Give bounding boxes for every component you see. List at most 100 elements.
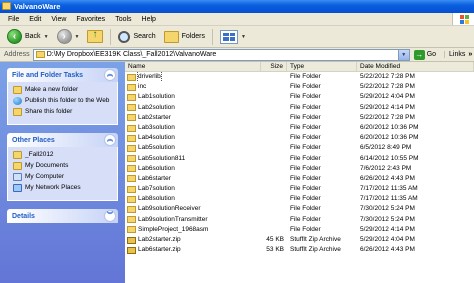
task-make-new-folder[interactable]: Make a new folder [13,86,112,94]
file-row[interactable]: Lab9solutionTransmitter File Folder 7/30/2… [125,215,474,225]
file-name-cell[interactable]: Lab7solution [125,184,261,194]
up-button[interactable] [84,28,106,46]
double-chevron-icon[interactable]: » [468,51,472,58]
file-row[interactable]: Lab8solution File Folder 7/17/2012 11:35 A… [125,194,474,204]
file-row[interactable]: Lab5solution811 File Folder 6/14/2012 10:5… [125,154,474,164]
file-row[interactable]: Lab4solution File Folder 6/20/2012 10:36 P… [125,133,474,143]
search-button[interactable]: Search [115,28,158,46]
menu-help[interactable]: Help [137,13,161,26]
file-name: Lab6starter [138,174,171,182]
column-header-size[interactable]: Size [261,62,287,71]
file-size [261,204,287,214]
chevron-down-icon[interactable]: ▼ [44,34,49,40]
file-row[interactable]: Lab6starter File Folder 6/26/2012 4:43 PM [125,174,474,184]
panel-title: Details [12,212,35,220]
file-name-cell[interactable]: Lab4solution [125,133,261,143]
address-dropdown-button[interactable]: ▼ [397,49,409,60]
menu-file[interactable]: File [3,13,24,26]
file-type: File Folder [290,83,321,91]
file-row[interactable]: driverlib File Folder 5/22/2012 7:28 PM [125,72,474,83]
file-name-cell[interactable]: Lab8solution [125,194,261,204]
task-publish-web[interactable]: Publish this folder to the Web [13,97,112,105]
file-name-cell[interactable]: Lab6solution [125,164,261,174]
place-fall2012[interactable]: _Fall2012 [13,151,112,159]
links-label[interactable]: Links [444,51,465,58]
file-name-cell[interactable]: Lab6starter.zip [125,245,261,255]
file-size [261,164,287,174]
menu-favorites[interactable]: Favorites [71,13,110,26]
file-row[interactable]: Lab2solution File Folder 5/29/2012 4:14 PM [125,103,474,113]
place-label: My Network Places [25,184,81,191]
globe-icon [13,97,22,105]
file-name-cell[interactable]: SimpleProject_1968asm [125,225,261,235]
file-row[interactable]: Lab6solution File Folder 7/6/2012 2:43 PM [125,164,474,174]
chevron-down-icon[interactable]: ▼ [241,34,246,40]
file-size [261,143,287,153]
go-button[interactable]: → Go [413,49,436,60]
file-date-modified: 6/20/2012 10:36 PM [360,123,419,131]
column-header-name[interactable]: Name [125,62,261,71]
folders-button[interactable]: Folders [161,28,208,46]
zip-archive-icon [127,246,136,254]
file-name: Lab3solution [138,123,175,131]
folders-icon [163,30,179,43]
menu-edit[interactable]: Edit [24,13,46,26]
file-row[interactable]: inc File Folder 5/22/2012 7:28 PM [125,82,474,92]
panel-header[interactable]: File and Folder Tasks ︽ [7,68,118,82]
chevron-down-icon[interactable]: ▼ [75,34,80,40]
file-name-cell[interactable]: Lab9solutionTransmitter [125,215,261,225]
file-row[interactable]: Lab3solution File Folder 6/20/2012 10:36 P… [125,123,474,133]
task-share-folder[interactable]: Share this folder [13,108,112,116]
folder-icon [127,93,136,101]
file-name-cell[interactable]: driverlib [125,72,261,83]
folders-label: Folders [181,33,205,40]
views-button[interactable]: ▼ [217,28,249,46]
file-type: File Folder [290,225,321,233]
file-name-cell[interactable]: Lab1solution [125,92,261,102]
file-row[interactable]: Lab9solutionReceiver File Folder 7/30/2012… [125,204,474,214]
column-header-date[interactable]: Date Modified [357,62,474,71]
file-name: inc [138,83,147,91]
address-input[interactable]: D:\My Dropbox\EE319K Class\_Fall2012\Val… [32,48,410,61]
file-name-cell[interactable]: Lab2starter.zip [125,235,261,245]
file-date-modified: 5/29/2012 4:14 PM [360,103,415,111]
file-type: File Folder [290,164,321,172]
folder-icon [13,151,22,159]
expand-chevron-icon[interactable]: ︾ [104,210,116,222]
place-my-computer[interactable]: My Computer [13,173,112,181]
file-name-cell[interactable]: Lab5solution811 [125,154,261,164]
place-network[interactable]: My Network Places [13,184,112,192]
file-row[interactable]: Lab6starter.zip 53 KB StuffIt Zip Archive 6… [125,245,474,255]
file-name-cell[interactable]: Lab5solution [125,143,261,153]
file-type: File Folder [290,113,321,121]
file-date-modified: 5/29/2012 4:14 PM [360,225,415,233]
panel-header[interactable]: Other Places ︽ [7,133,118,147]
file-size [261,133,287,143]
file-row[interactable]: Lab5solution File Folder 6/5/2012 8:49 PM [125,143,474,153]
file-name: Lab5solution [138,144,175,152]
menu-tools[interactable]: Tools [110,13,136,26]
column-header-type[interactable]: Type [287,62,357,71]
file-row[interactable]: Lab7solution File Folder 7/17/2012 11:35 A… [125,184,474,194]
search-icon [118,30,131,43]
forward-button[interactable]: › ▼ [54,28,83,46]
file-row[interactable]: SimpleProject_1968asm File Folder 5/29/201… [125,225,474,235]
file-name-cell[interactable]: Lab2solution [125,103,261,113]
panel-header[interactable]: Details ︾ [7,209,118,223]
place-my-documents[interactable]: My Documents [13,162,112,170]
file-name-cell[interactable]: Lab9solutionReceiver [125,204,261,214]
back-button[interactable]: ‹ Back ▼ [4,28,52,46]
search-label: Search [133,33,156,40]
file-row[interactable]: Lab1solution File Folder 5/29/2012 4:04 PM [125,92,474,102]
file-row[interactable]: Lab2starter.zip 45 KB StuffIt Zip Archive 5… [125,235,474,245]
forward-arrow-icon: › [56,29,72,44]
collapse-chevron-icon[interactable]: ︽ [104,134,116,146]
collapse-chevron-icon[interactable]: ︽ [104,69,116,81]
file-name-cell[interactable]: inc [125,82,261,92]
file-name-cell[interactable]: Lab3solution [125,123,261,133]
file-name-cell[interactable]: Lab6starter [125,174,261,184]
file-row[interactable]: Lab2starter File Folder 5/22/2012 7:28 PM [125,113,474,123]
menu-view[interactable]: View [46,13,71,26]
file-name-cell[interactable]: Lab2starter [125,113,261,123]
folder-icon [127,185,136,193]
